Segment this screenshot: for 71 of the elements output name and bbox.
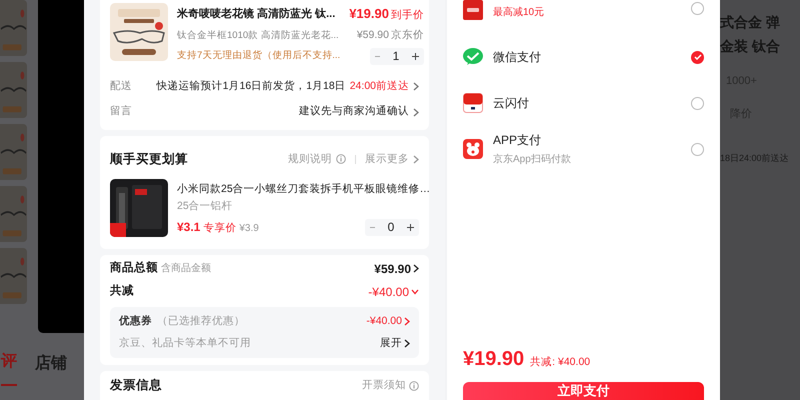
coupon-note: （已选推荐优惠） [157,314,245,329]
discount-total: 共减: ¥40.00 [530,355,590,370]
total-price: ¥19.90 [463,347,524,372]
payment-name: 云闪付 [493,95,530,112]
radio-button[interactable] [691,50,704,64]
total-amount: ¥59.90 [374,260,411,278]
return-policy: 支持7天无理由退货（使用后不支持... [177,48,340,63]
minus-icon[interactable] [370,226,375,228]
jd-price: ¥59.90 [356,28,389,43]
quantity-stepper[interactable]: 1 [370,48,424,64]
info-icon [336,154,346,164]
field-label: 配送 [110,78,132,94]
invoice-note-link[interactable]: 开票须知 [362,378,406,394]
price-label: 京东价 [390,28,424,43]
plus-icon[interactable] [412,52,419,60]
wallet-app-icon [463,0,483,20]
field-note: 含商品金额 [161,262,211,276]
product-title: 米奇唛唛老花镜 高清防蓝光 钛... [177,6,336,22]
price: ¥19.90 [349,5,389,23]
card-app-icon [463,93,483,113]
chat-bubble-icon [463,48,483,66]
quantity-stepper[interactable]: 0 [365,218,419,236]
radio-button[interactable] [691,142,704,156]
coupon-label: 优惠券 [119,314,152,329]
radio-button[interactable] [691,96,704,110]
chevron-icon [404,338,410,348]
payment-option[interactable]: 微信支付 [463,34,704,80]
payment-name: 微信支付 [493,49,542,66]
chevron-down-icon [411,288,419,295]
field-label: 商品总额 [110,260,158,276]
chevron-icon [413,82,419,91]
show-more-link[interactable]: 展示更多 [365,152,409,168]
field-label: 共减 [110,283,134,300]
plus-icon[interactable] [407,224,414,231]
pay-button[interactable]: 立即支付 [463,382,704,400]
tab[interactable]: 店铺 [35,352,67,386]
price-label: 专享价 [203,221,236,236]
section-title: 顺手买更划算 [110,151,188,168]
delivery-info: 快递运输预计1月16日前发货，1月18日 [156,78,346,94]
product-spec: 钛合金半框1010款 高清防蓝光老花... [177,28,339,42]
background-text: 金装 钛合 [720,37,780,56]
product-spec: 25合一铝杆 [177,198,234,214]
payment-note: 京东App扫码付款 [493,152,572,167]
info-icon [409,381,419,392]
check-icon [694,54,702,60]
price: ¥3.1 [177,219,200,236]
price-label: 到手价 [390,8,424,23]
quantity-value: 0 [388,219,394,236]
coupon-amount[interactable]: -¥40.00 [366,314,402,330]
chevron-icon [413,264,419,274]
payment-option[interactable]: 云闪付 [463,80,704,126]
payment-name: APP支付 [493,132,542,149]
chevron-icon [413,108,419,117]
rules-link[interactable]: 规则说明 [288,152,332,168]
discount-amount: -¥40.00 [368,284,409,301]
original-price: ¥3.9 [239,222,259,236]
payment-option[interactable]: APP支付 京东App扫码付款 [463,126,704,172]
radio-button[interactable] [691,2,704,14]
product-title: 小米同款25合一小螺丝刀套装拆手机平板眼镜维修… [177,182,430,197]
chevron-icon [404,317,410,326]
unavailable-note: 京豆、礼品卡等本单不可用 [119,336,251,350]
payment-option[interactable]: 最高减10元 [463,0,704,20]
dog-app-icon [463,139,483,159]
section-title: 发票信息 [110,377,162,394]
chevron-icon [413,154,419,164]
expand-link[interactable]: 展开 [380,336,402,352]
payment-note: 最高减10元 [493,6,546,20]
quantity-value: 1 [392,48,400,65]
field-label: 留言 [110,104,132,120]
message-hint[interactable]: 建议先与商家沟通确认 [299,104,409,120]
delivery-time: 24:00前送达 [350,78,409,94]
